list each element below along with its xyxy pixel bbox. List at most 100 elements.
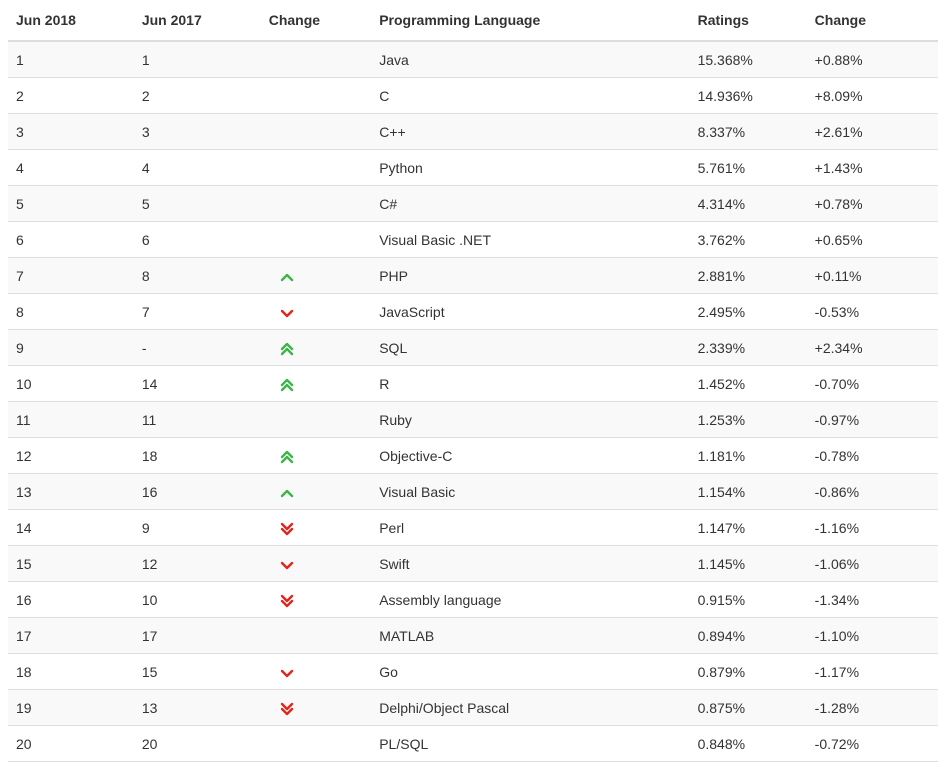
trend-cell (260, 617, 372, 654)
language-cell[interactable]: Delphi/Object Pascal (371, 689, 690, 726)
language-cell[interactable]: Perl (371, 509, 690, 546)
language-cell[interactable]: MATLAB (371, 617, 690, 654)
table-row: 20 20 PL/SQL 0.848% -0.72% (8, 725, 938, 762)
language-cell[interactable]: Ruby (371, 401, 690, 438)
trend-cell (260, 113, 372, 150)
language-cell[interactable]: Java (371, 41, 690, 78)
rating-cell: 5.761% (689, 149, 807, 186)
change-cell: +0.65% (806, 221, 938, 258)
change-cell: +2.61% (806, 113, 938, 150)
arrow-down-icon (279, 664, 295, 680)
language-cell[interactable]: SQL (371, 329, 690, 366)
change-cell: +0.78% (806, 185, 938, 222)
header-row: Jun 2018 Jun 2017 Change Programming Lan… (8, 0, 938, 42)
rating-cell: 4.314% (689, 185, 807, 222)
table-row: 15 12 Swift 1.145% -1.06% (8, 545, 938, 582)
rating-cell: 3.762% (689, 221, 807, 258)
table-row: 1 1 Java 15.368% +0.88% (8, 41, 938, 78)
trend-cell (260, 221, 372, 258)
language-cell[interactable]: R (371, 365, 690, 402)
table-row: 11 11 Ruby 1.253% -0.97% (8, 401, 938, 438)
trend-cell (260, 41, 372, 78)
prev-rank-cell: 9 (133, 509, 261, 546)
trend-cell (260, 653, 372, 690)
prev-rank-cell: 2 (133, 77, 261, 114)
rank-cell: 18 (8, 653, 134, 690)
table-row: 3 3 C++ 8.337% +2.61% (8, 113, 938, 150)
language-cell[interactable]: Go (371, 653, 690, 690)
trend-cell (260, 581, 372, 618)
trend-cell (260, 401, 372, 438)
rating-cell: 0.848% (689, 725, 807, 762)
header-rank-previous[interactable]: Jun 2017 (133, 0, 261, 42)
rating-cell: 0.875% (689, 689, 807, 726)
language-cell[interactable]: Swift (371, 545, 690, 582)
header-trend[interactable]: Change (260, 0, 372, 42)
rank-cell: 20 (8, 725, 134, 762)
table-row: 5 5 C# 4.314% +0.78% (8, 185, 938, 222)
rank-cell: 17 (8, 617, 134, 654)
double-arrow-down-icon (279, 592, 295, 608)
arrow-down-icon (279, 556, 295, 572)
rating-cell: 2.339% (689, 329, 807, 366)
trend-cell (260, 149, 372, 186)
rating-cell: 1.253% (689, 401, 807, 438)
rank-cell: 10 (8, 365, 134, 402)
change-cell: -1.10% (806, 617, 938, 654)
rank-cell: 12 (8, 437, 134, 474)
tiobe-table-container: Jun 2018 Jun 2017 Change Programming Lan… (8, 0, 938, 762)
rating-cell: 2.881% (689, 257, 807, 294)
prev-rank-cell: - (133, 329, 261, 366)
language-cell[interactable]: C++ (371, 113, 690, 150)
rank-cell: 1 (8, 41, 134, 78)
rating-cell: 1.181% (689, 437, 807, 474)
header-ratings[interactable]: Ratings (689, 0, 807, 42)
language-cell[interactable]: Visual Basic (371, 473, 690, 510)
language-cell[interactable]: JavaScript (371, 293, 690, 330)
header-rank-current[interactable]: Jun 2018 (8, 0, 134, 42)
change-cell: -1.16% (806, 509, 938, 546)
language-cell[interactable]: C# (371, 185, 690, 222)
change-cell: +8.09% (806, 77, 938, 114)
rank-cell: 4 (8, 149, 134, 186)
rating-cell: 1.452% (689, 365, 807, 402)
change-cell: -0.70% (806, 365, 938, 402)
rating-cell: 1.154% (689, 473, 807, 510)
change-cell: +1.43% (806, 149, 938, 186)
header-language[interactable]: Programming Language (371, 0, 690, 42)
trend-cell (260, 185, 372, 222)
language-cell[interactable]: PHP (371, 257, 690, 294)
table-row: 17 17 MATLAB 0.894% -1.10% (8, 617, 938, 654)
prev-rank-cell: 13 (133, 689, 261, 726)
arrow-down-icon (279, 304, 295, 320)
double-arrow-up-icon (279, 448, 295, 464)
rank-cell: 2 (8, 77, 134, 114)
language-cell[interactable]: C (371, 77, 690, 114)
rank-cell: 6 (8, 221, 134, 258)
trend-cell (260, 257, 372, 294)
change-cell: -0.86% (806, 473, 938, 510)
rank-cell: 15 (8, 545, 134, 582)
arrow-up-icon (279, 484, 295, 500)
table-row: 12 18 Objective-C 1.181% -0.78% (8, 437, 938, 474)
language-cell[interactable]: Visual Basic .NET (371, 221, 690, 258)
prev-rank-cell: 18 (133, 437, 261, 474)
rank-cell: 3 (8, 113, 134, 150)
rating-cell: 15.368% (689, 41, 807, 78)
prev-rank-cell: 16 (133, 473, 261, 510)
table-body: 1 1 Java 15.368% +0.88% 2 2 C 14.936% +8.09% 3 3 C++… (8, 41, 938, 762)
language-cell[interactable]: Python (371, 149, 690, 186)
change-cell: -1.06% (806, 545, 938, 582)
prev-rank-cell: 15 (133, 653, 261, 690)
language-cell[interactable]: Objective-C (371, 437, 690, 474)
prev-rank-cell: 1 (133, 41, 261, 78)
language-cell[interactable]: PL/SQL (371, 725, 690, 762)
prev-rank-cell: 6 (133, 221, 261, 258)
change-cell: -1.28% (806, 689, 938, 726)
rating-cell: 0.894% (689, 617, 807, 654)
header-change[interactable]: Change (806, 0, 938, 42)
language-cell[interactable]: Assembly language (371, 581, 690, 618)
trend-cell (260, 689, 372, 726)
table-row: 14 9 Perl 1.147% -1.16% (8, 509, 938, 546)
prev-rank-cell: 3 (133, 113, 261, 150)
